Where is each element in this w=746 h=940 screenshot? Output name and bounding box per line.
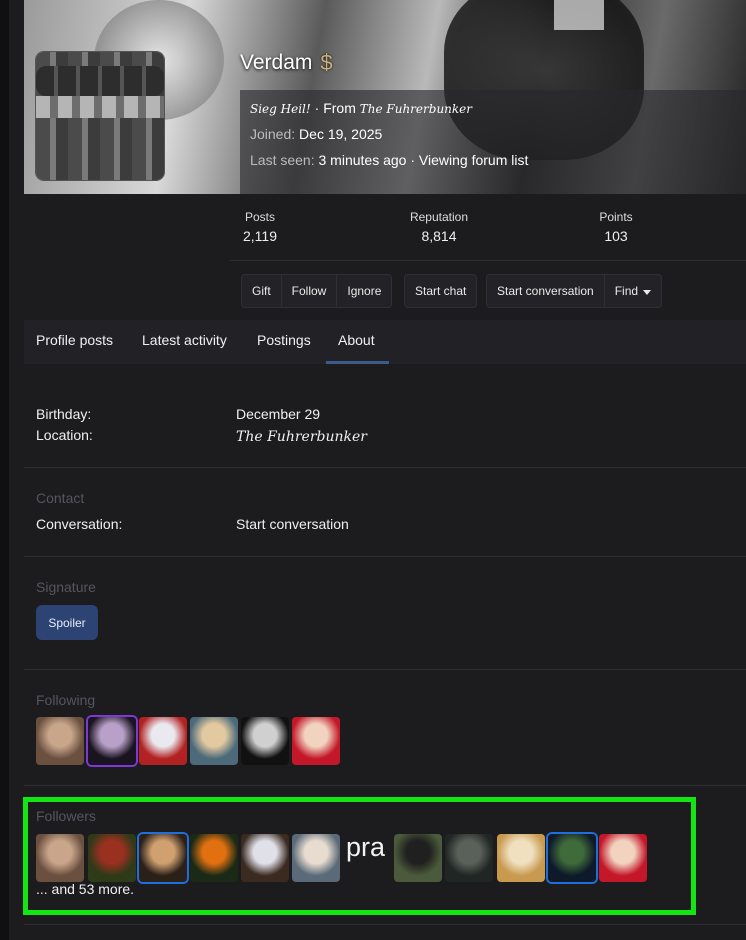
joined-label: Joined:: [250, 126, 296, 142]
stat-value: 2,119: [243, 228, 277, 244]
dollar-icon: $: [320, 50, 333, 75]
birthday-value: December 29: [236, 406, 321, 422]
follow-button[interactable]: Follow: [282, 275, 338, 307]
stat-label: Posts: [244, 210, 275, 224]
location-value[interactable]: The Fuhrerbunker: [236, 429, 367, 445]
active-tab-indicator: [326, 361, 389, 364]
stat-label: Points: [599, 210, 633, 224]
joined-value: Dec 19, 2025: [299, 126, 383, 142]
following-avatar-4[interactable]: [190, 717, 238, 765]
contact-heading: Contact: [36, 490, 85, 506]
separator: ·: [410, 152, 416, 168]
birthday-label: Birthday:: [36, 406, 92, 422]
start-conversation-button[interactable]: Start conversation: [487, 275, 605, 307]
stat-label: Reputation: [409, 210, 469, 224]
separator: ·: [314, 100, 320, 116]
followers-highlight-box: [23, 797, 696, 915]
start-chat-button[interactable]: Start chat: [405, 275, 476, 307]
section-divider: [24, 467, 746, 468]
tab-profile-posts[interactable]: Profile posts: [36, 332, 113, 348]
find-label: Find: [614, 284, 639, 298]
following-avatar-1[interactable]: [36, 717, 84, 765]
section-divider: [24, 785, 746, 786]
stats-divider: [230, 260, 746, 261]
following-avatar-3[interactable]: [139, 717, 187, 765]
location-label: Location:: [36, 427, 93, 443]
conversation-group: Start conversation Find: [486, 274, 663, 308]
tab-latest-activity[interactable]: Latest activity: [142, 332, 227, 348]
start-conversation-link[interactable]: Start conversation: [236, 516, 349, 532]
member-actions-group: Gift Follow Ignore: [241, 274, 393, 308]
gift-button[interactable]: Gift: [242, 275, 282, 307]
conversation-label: Conversation:: [36, 516, 123, 532]
user-title: Sieg Heil!: [250, 102, 311, 116]
section-divider: [24, 556, 746, 557]
stat-value: 103: [604, 228, 628, 244]
tab-postings[interactable]: Postings: [257, 332, 311, 348]
joined-row: Joined: Dec 19, 2025: [250, 126, 382, 142]
tab-about[interactable]: About: [338, 332, 375, 348]
last-seen-label: Last seen:: [250, 152, 315, 168]
chevron-down-icon: [643, 289, 652, 295]
stat-reputation[interactable]: Reputation 8,814: [404, 210, 474, 244]
profile-info-box: Sieg Heil! · From The Fuhrerbunker Joine…: [240, 90, 746, 194]
stat-value: 8,814: [421, 228, 457, 244]
section-divider: [24, 669, 746, 670]
stat-points[interactable]: Points 103: [594, 210, 638, 244]
last-seen-value: 3 minutes ago: [318, 152, 407, 168]
find-menu-button[interactable]: Find: [605, 275, 661, 307]
last-seen-activity[interactable]: Viewing forum list: [419, 152, 528, 168]
chat-group: Start chat: [404, 274, 478, 308]
spoiler-button[interactable]: Spoiler: [36, 605, 98, 640]
ignore-button[interactable]: Ignore: [337, 275, 391, 307]
following-avatar-2[interactable]: [88, 717, 136, 765]
profile-tagline: Sieg Heil! · From The Fuhrerbunker: [250, 100, 472, 116]
section-divider: [24, 924, 746, 925]
following-avatar-6[interactable]: [292, 717, 340, 765]
profile-tabs: [24, 320, 746, 364]
last-seen-row: Last seen: 3 minutes ago · Viewing forum…: [250, 152, 528, 168]
signature-heading: Signature: [36, 579, 96, 595]
following-avatar-5[interactable]: [241, 717, 289, 765]
profile-avatar[interactable]: [36, 52, 164, 180]
tagline-location[interactable]: The Fuhrerbunker: [360, 102, 472, 116]
left-rail: [0, 0, 9, 940]
following-heading: Following: [36, 692, 96, 708]
profile-username[interactable]: Verdam: [240, 51, 312, 75]
from-label: From: [323, 100, 356, 116]
stat-posts[interactable]: Posts 2,119: [240, 210, 280, 244]
profile-username-row: Verdam $: [240, 50, 333, 76]
